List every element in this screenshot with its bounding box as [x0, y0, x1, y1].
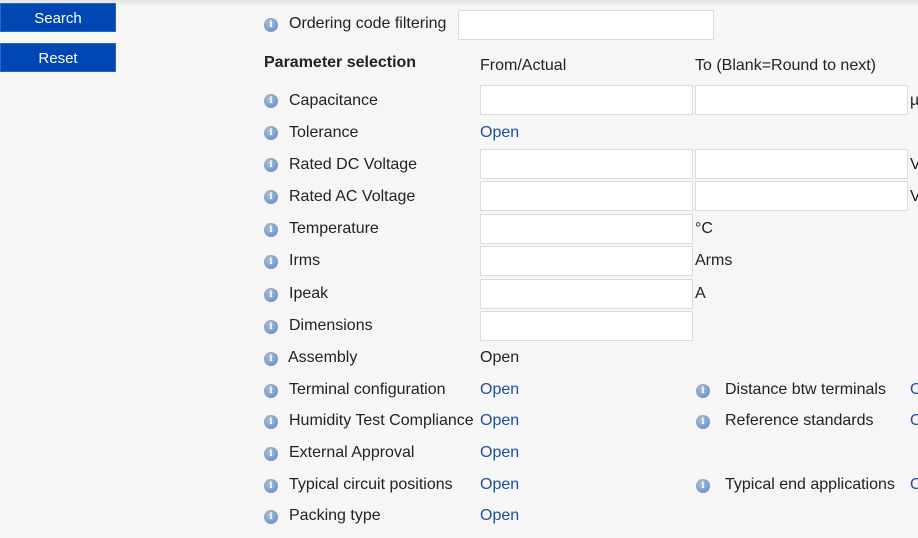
ipeak-input[interactable] — [480, 279, 693, 309]
temperature-unit: °C — [695, 220, 713, 237]
external-approval-open-link[interactable]: Open — [480, 443, 519, 463]
packing-type-label: Packing type — [289, 507, 381, 524]
irms-input[interactable] — [480, 246, 693, 276]
temperature-label: Temperature — [289, 220, 379, 237]
info-icon[interactable]: i — [696, 384, 710, 398]
tolerance-label: Tolerance — [289, 124, 359, 141]
ipeak-unit: A — [695, 285, 706, 302]
irms-label: Irms — [289, 252, 321, 269]
top-shadow — [0, 0, 918, 6]
ordering-code-input[interactable] — [458, 10, 714, 40]
info-icon[interactable]: i — [264, 384, 278, 398]
dimensions-input[interactable] — [480, 311, 693, 341]
info-icon[interactable]: i — [264, 352, 278, 366]
dimensions-label: Dimensions — [289, 317, 373, 334]
terminal-configuration-label: Terminal configuration — [289, 381, 446, 398]
reference-standards-label: Reference standards — [725, 412, 874, 429]
info-icon[interactable]: i — [264, 415, 278, 429]
info-icon[interactable]: i — [264, 223, 278, 237]
info-icon[interactable]: i — [696, 479, 710, 493]
info-icon[interactable]: i — [264, 510, 278, 524]
info-icon[interactable]: i — [696, 415, 710, 429]
assembly-label: Assembly — [288, 349, 358, 366]
temperature-input[interactable] — [480, 214, 693, 244]
terminal-configuration-open-link[interactable]: Open — [480, 380, 519, 400]
reset-button[interactable]: Reset — [0, 43, 116, 72]
capacitance-to-input[interactable] — [695, 85, 908, 115]
typical-end-applications-label: Typical end applications — [725, 476, 895, 493]
distance-terminals-label: Distance btw terminals — [725, 381, 886, 398]
humidity-test-open-link[interactable]: Open — [480, 411, 519, 431]
info-icon[interactable]: i — [264, 18, 278, 32]
info-icon[interactable]: i — [264, 288, 278, 302]
rated-ac-unit: V — [910, 188, 918, 205]
info-icon[interactable]: i — [264, 479, 278, 493]
typical-end-applications-open-link[interactable]: Open — [910, 475, 918, 495]
ordering-code-label: Ordering code filtering — [289, 15, 447, 32]
info-icon[interactable]: i — [264, 158, 278, 172]
info-icon[interactable]: i — [264, 447, 278, 461]
info-icon[interactable]: i — [264, 320, 278, 334]
typical-circuit-label: Typical circuit positions — [289, 476, 453, 493]
capacitance-from-input[interactable] — [480, 85, 693, 115]
typical-circuit-open-link[interactable]: Open — [480, 475, 519, 495]
packing-type-open-link[interactable]: Open — [480, 506, 519, 526]
capacitance-unit: µF — [910, 92, 918, 109]
to-column-header: To (Blank=Round to next) — [695, 57, 876, 74]
rated-dc-unit: V — [910, 156, 918, 173]
irms-unit: Arms — [695, 252, 733, 269]
info-icon[interactable]: i — [264, 255, 278, 269]
from-column-header: From/Actual — [480, 57, 567, 74]
parameter-selection-heading: Parameter selection — [264, 54, 417, 71]
info-icon[interactable]: i — [264, 126, 278, 140]
distance-terminals-open-link[interactable]: Open — [910, 380, 918, 400]
rated-dc-to-input[interactable] — [695, 149, 908, 179]
rated-ac-voltage-label: Rated AC Voltage — [289, 188, 416, 205]
ipeak-label: Ipeak — [289, 285, 329, 302]
rated-dc-from-input[interactable] — [480, 149, 693, 179]
humidity-test-label: Humidity Test Compliance — [289, 412, 474, 429]
reference-standards-open-link[interactable]: Open — [910, 411, 918, 431]
search-button[interactable]: Search — [0, 3, 116, 32]
external-approval-label: External Approval — [289, 444, 415, 461]
info-icon[interactable]: i — [264, 190, 278, 204]
rated-ac-from-input[interactable] — [480, 181, 693, 211]
assembly-value: Open — [480, 349, 520, 366]
rated-ac-to-input[interactable] — [695, 181, 908, 211]
tolerance-open-link[interactable]: Open — [480, 123, 519, 143]
rated-dc-voltage-label: Rated DC Voltage — [289, 156, 418, 173]
info-icon[interactable]: i — [264, 94, 278, 108]
capacitance-label: Capacitance — [289, 92, 378, 109]
